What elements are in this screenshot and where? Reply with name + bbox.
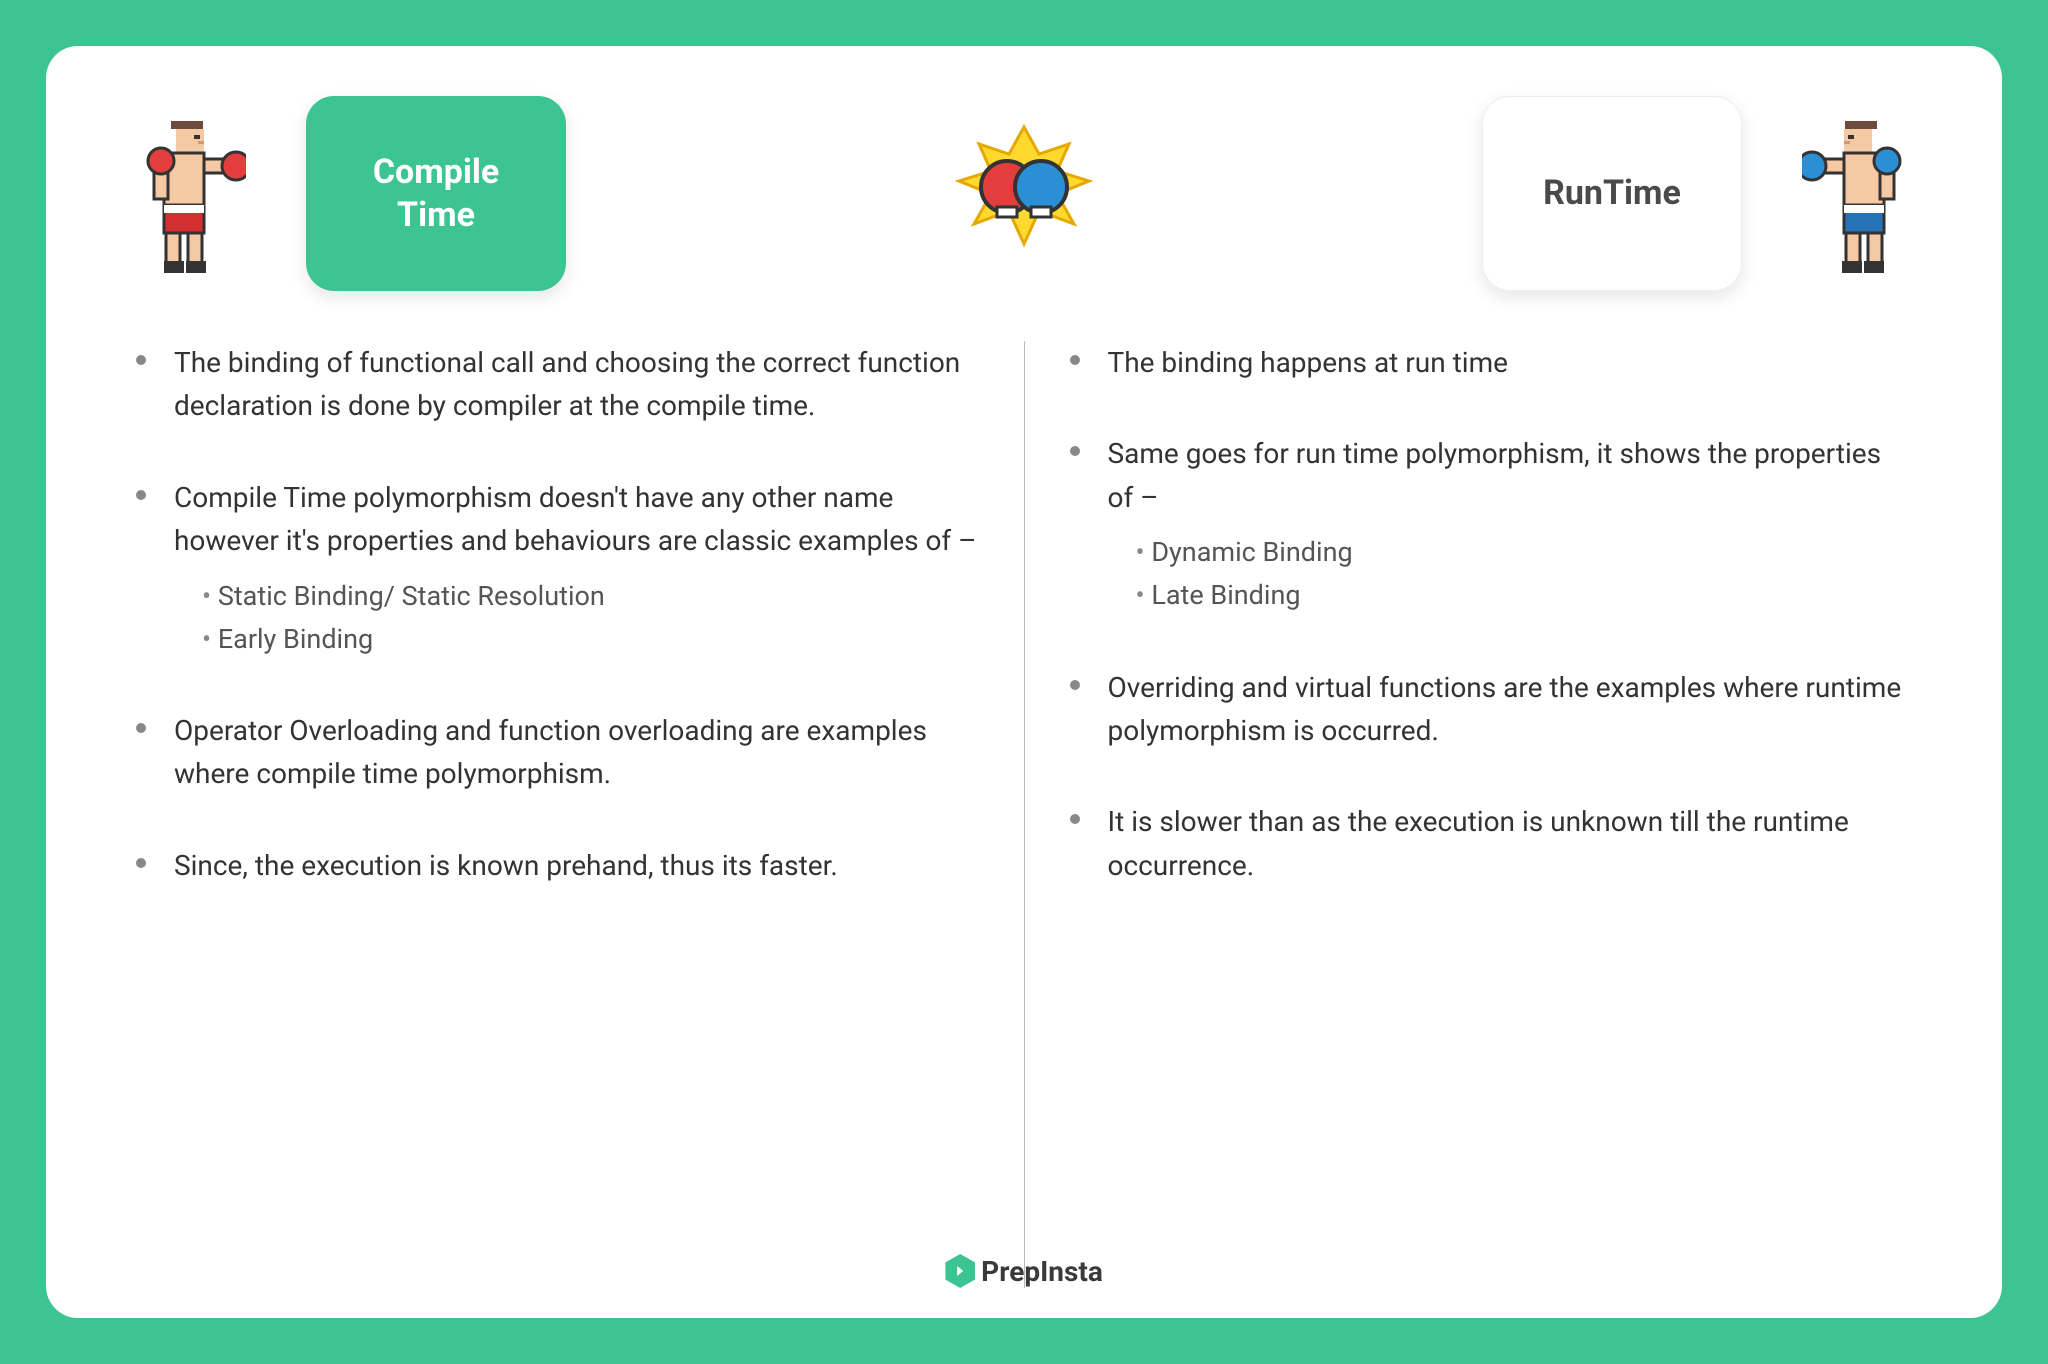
list-item: The binding happens at run time xyxy=(1070,341,1913,384)
bullet-text: Overriding and virtual functions are the… xyxy=(1108,666,1913,753)
bullet-text: Since, the execution is known prehand, t… xyxy=(174,844,838,887)
bullet-icon xyxy=(1070,355,1080,365)
bullet-icon xyxy=(136,490,146,500)
bullet-icon xyxy=(1070,814,1080,824)
right-header-group: RunTime xyxy=(1482,96,1932,291)
content-row: The binding of functional call and choos… xyxy=(116,341,1932,1288)
bullet-text: Compile Time polymorphism doesn't have a… xyxy=(174,476,979,563)
bullet-text: The binding happens at run time xyxy=(1108,341,1509,384)
comparison-card: Compile Time xyxy=(46,46,2002,1318)
logo-hex-icon xyxy=(945,1254,975,1288)
versus-icon xyxy=(939,119,1109,269)
list-item: The binding of functional call and choos… xyxy=(136,341,979,428)
left-column: The binding of functional call and choos… xyxy=(116,341,999,1288)
runtime-title-box: RunTime xyxy=(1482,96,1742,291)
boxer-right-icon xyxy=(1802,111,1932,276)
sub-item: Dynamic Binding xyxy=(1136,531,1913,574)
sub-item: Late Binding xyxy=(1136,574,1913,617)
brand-logo: PrepInsta xyxy=(945,1254,1103,1288)
bullet-icon xyxy=(136,723,146,733)
bullet-text: It is slower than as the execution is un… xyxy=(1108,800,1913,887)
list-item: Overriding and virtual functions are the… xyxy=(1070,666,1913,753)
left-header-group: Compile Time xyxy=(116,96,566,291)
sub-list: Static Binding/ Static ResolutionEarly B… xyxy=(174,575,979,661)
sub-item: Early Binding xyxy=(202,618,979,661)
list-item: Since, the execution is known prehand, t… xyxy=(136,844,979,887)
sub-item: Static Binding/ Static Resolution xyxy=(202,575,979,618)
vertical-divider xyxy=(1024,341,1025,1288)
header-row: Compile Time xyxy=(116,96,1932,291)
brand-text: PrepInsta xyxy=(981,1255,1103,1288)
sub-list: Dynamic BindingLate Binding xyxy=(1108,531,1913,617)
list-item: It is slower than as the execution is un… xyxy=(1070,800,1913,887)
bullet-icon xyxy=(1070,680,1080,690)
bullet-icon xyxy=(136,858,146,868)
bullet-text: Same goes for run time polymorphism, it … xyxy=(1108,432,1913,519)
compile-time-title: Compile Time xyxy=(373,151,499,236)
bullet-text: Operator Overloading and function overlo… xyxy=(174,709,979,796)
bullet-icon xyxy=(136,355,146,365)
list-item: Operator Overloading and function overlo… xyxy=(136,709,979,796)
bullet-icon xyxy=(1070,446,1080,456)
list-item: Compile Time polymorphism doesn't have a… xyxy=(136,476,979,661)
compile-time-title-box: Compile Time xyxy=(306,96,566,291)
right-column: The binding happens at run time Same goes… xyxy=(1050,341,1933,1288)
list-item: Same goes for run time polymorphism, it … xyxy=(1070,432,1913,617)
runtime-title: RunTime xyxy=(1543,172,1681,215)
bullet-text: The binding of functional call and choos… xyxy=(174,341,979,428)
boxer-left-icon xyxy=(116,111,246,276)
